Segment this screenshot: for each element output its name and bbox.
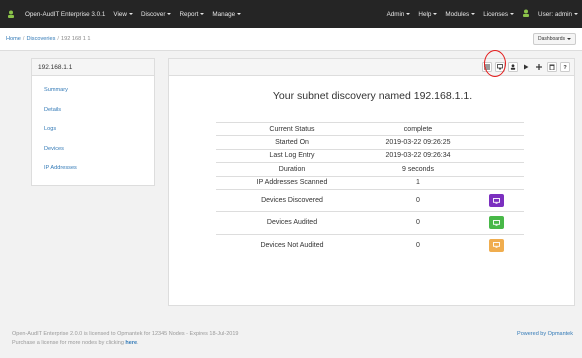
table-row: Devices Not Audited 0	[216, 233, 524, 256]
chevron-down-icon	[510, 12, 515, 15]
menu-modules[interactable]: Modules	[441, 11, 479, 18]
row-value: 0	[416, 197, 420, 205]
chevron-down-icon	[567, 37, 571, 40]
user-avatar-icon[interactable]	[518, 9, 534, 19]
view-devices-not-audited-button[interactable]	[488, 238, 504, 252]
row-label: Current Status	[269, 125, 315, 133]
monitor-icon	[492, 242, 500, 248]
monitor-icon	[492, 219, 500, 226]
user-icon	[510, 64, 516, 70]
breadcrumb-discoveries[interactable]: Discoveries	[26, 36, 55, 42]
sidebar-title: 192.168.1.1	[32, 59, 154, 76]
chevron-down-icon	[200, 12, 205, 15]
sidebar-item-devices[interactable]: Devices	[32, 140, 154, 160]
play-icon	[524, 64, 529, 70]
chevron-down-icon	[406, 12, 411, 15]
brand-name[interactable]: Open-AudIT Enterprise 3.0.1	[21, 11, 109, 18]
breadcrumb: Home / Discoveries / 192 168 1 1 Dashboa…	[0, 28, 582, 51]
license-text: Open-AudIT Enterprise 2.0.0 is licensed …	[12, 331, 239, 337]
row-label: Duration	[278, 165, 306, 173]
row-value: 0	[416, 241, 420, 249]
menu-admin[interactable]: Admin	[383, 11, 415, 18]
brand-logo-icon[interactable]	[7, 10, 15, 18]
row-label: Devices Discovered	[261, 197, 323, 205]
panel-header: ?	[169, 59, 574, 76]
row-value: 1	[416, 179, 420, 187]
table-row: Devices Discovered 0	[216, 188, 524, 211]
row-value: 0	[416, 219, 420, 227]
table-row: Duration 9 seconds	[216, 162, 524, 175]
chevron-down-icon	[167, 12, 172, 15]
row-label: Last Log Entry	[269, 152, 315, 160]
discovery-summary-panel: ? Your subnet discovery named 192.168.1.…	[168, 58, 575, 306]
trash-icon	[549, 64, 555, 70]
sidebar-panel: 192.168.1.1 Summary Details Logs Devices…	[31, 58, 155, 186]
table-row: Devices Audited 0	[216, 211, 524, 233]
purchase-text: Purchase a license for more nodes by cli…	[12, 340, 139, 346]
chevron-down-icon	[237, 12, 242, 15]
menu-view[interactable]: View	[109, 11, 137, 18]
breadcrumb-home[interactable]: Home	[6, 36, 21, 42]
sidebar-item-summary[interactable]: Summary	[32, 81, 154, 101]
menu-report[interactable]: Report	[175, 11, 208, 18]
view-devices-audited-button[interactable]	[488, 216, 504, 230]
add-button[interactable]	[534, 62, 544, 72]
table-row: Last Log Entry 2019-03-22 09:26:34	[216, 148, 524, 162]
chevron-down-icon	[574, 12, 578, 15]
purchase-link[interactable]: here	[125, 340, 137, 346]
monitor-icon	[492, 197, 500, 204]
row-value: 2019-03-22 09:26:25	[385, 139, 451, 147]
page-title: Your subnet discovery named 192.168.1.1.	[272, 90, 473, 102]
row-value: 2019-03-22 09:26:34	[385, 152, 451, 160]
chevron-down-icon	[128, 12, 133, 15]
user-button[interactable]	[508, 62, 518, 72]
row-label: Started On	[275, 139, 309, 147]
table-row: IP Addresses Scanned 1	[216, 175, 524, 189]
powered-by-link[interactable]: Powered by Opmantek	[517, 330, 573, 339]
row-value: 9 seconds	[402, 165, 434, 173]
license-footer: Open-AudIT Enterprise 2.0.0 is licensed …	[0, 330, 582, 348]
table-row: Current Status complete	[216, 122, 524, 135]
sidebar-item-details[interactable]: Details	[32, 101, 154, 121]
view-devices-discovered-button[interactable]	[488, 194, 504, 208]
menu-discover[interactable]: Discover	[137, 11, 176, 18]
breadcrumb-separator: /	[57, 36, 59, 42]
sidebar-item-logs[interactable]: Logs	[32, 120, 154, 140]
dashboards-button[interactable]: Dashboards	[533, 33, 576, 45]
highlight-circle	[484, 50, 506, 77]
menu-licenses[interactable]: Licenses	[479, 11, 518, 18]
row-label: Devices Not Audited	[260, 241, 324, 249]
execute-button[interactable]	[521, 62, 531, 72]
row-label: IP Addresses Scanned	[256, 179, 328, 187]
help-button[interactable]: ?	[560, 62, 570, 72]
delete-button[interactable]	[547, 62, 557, 72]
sidebar-item-ip-addresses[interactable]: IP Addresses	[32, 159, 154, 179]
table-row: Started On 2019-03-22 09:26:25	[216, 135, 524, 148]
menu-manage[interactable]: Manage	[208, 11, 245, 18]
chevron-down-icon	[433, 12, 438, 15]
plus-icon	[536, 64, 542, 70]
breadcrumb-separator: /	[22, 36, 25, 42]
row-label: Devices Audited	[266, 219, 318, 227]
chevron-down-icon	[471, 12, 476, 15]
svg-text:?: ?	[563, 65, 567, 70]
discovery-details-table: Current Status complete Started On 2019-…	[216, 122, 524, 256]
menu-help[interactable]: Help	[414, 11, 441, 18]
menu-user[interactable]: User: admin	[534, 11, 582, 18]
top-navbar: Open-AudIT Enterprise 3.0.1 View Discove…	[0, 0, 582, 28]
row-value: complete	[403, 125, 433, 133]
help-icon: ?	[563, 65, 567, 70]
breadcrumb-current: 192 168 1 1	[60, 36, 91, 42]
